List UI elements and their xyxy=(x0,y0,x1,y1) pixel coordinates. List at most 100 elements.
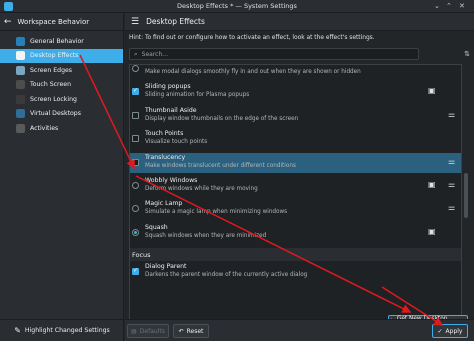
effect-radio[interactable] xyxy=(132,65,139,72)
effect-description: Make windows translucent under different… xyxy=(145,162,296,169)
effect-description: Visualize touch points xyxy=(145,139,208,146)
sidebar-item-label: Screen Locking xyxy=(30,95,77,103)
effect-name: Thumbnail Aside xyxy=(145,106,197,114)
main-header: ☰ Desktop Effects xyxy=(125,13,474,31)
sidebar-item-label: Virtual Desktops xyxy=(30,110,81,118)
bottom-bar: ▤ Defaults ↶ Reset ✓ Apply xyxy=(125,319,474,341)
apply-label: Apply xyxy=(445,327,463,335)
defaults-button[interactable]: ▤ Defaults xyxy=(127,324,169,338)
title-bar: Desktop Effects * — System Settings ⌄ ⌃ … xyxy=(0,0,474,13)
sidebar-item[interactable]: Virtual Desktops xyxy=(0,107,123,122)
highlight-changed-label: Highlight Changed Settings xyxy=(24,327,110,334)
effect-name: Squash xyxy=(145,223,168,231)
window-title: Desktop Effects * — System Settings xyxy=(177,2,297,10)
maximize-icon[interactable]: ⌃ xyxy=(446,2,452,10)
sidebar-item[interactable]: Touch Screen xyxy=(0,78,123,93)
effect-name: Touch Points xyxy=(145,130,184,138)
effect-row[interactable]: Sheet Make modal dialogs smoothly fly in … xyxy=(130,65,461,79)
sidebar-item-icon xyxy=(16,123,25,133)
sidebar-title: Workspace Behavior xyxy=(17,17,90,26)
video-preview-icon[interactable]: ▣ xyxy=(428,86,436,95)
sidebar-item-icon xyxy=(16,51,25,61)
highlight-changed-settings-button[interactable]: ✎ Highlight Changed Settings xyxy=(0,319,124,341)
effect-row[interactable]: Dialog ParentDarkens the parent window o… xyxy=(130,262,461,282)
video-preview-icon[interactable]: ▣ xyxy=(428,227,436,236)
reset-icon: ↶ xyxy=(178,327,184,335)
configure-icon[interactable]: ⚌ xyxy=(448,203,455,212)
search-icon: ⌕ xyxy=(134,49,138,58)
effect-name: Translucency xyxy=(145,153,186,161)
effect-description: Make modal dialogs smoothly fly in and o… xyxy=(145,69,361,75)
effect-row[interactable]: Magic Lamp Simulate a magic lamp when min… xyxy=(130,199,461,219)
sidebar-item-icon xyxy=(16,65,25,75)
configure-icon[interactable]: ⚌ xyxy=(448,110,455,119)
sidebar-item-label: Screen Edges xyxy=(30,66,73,74)
sidebar-item-icon xyxy=(16,109,25,119)
sidebar-list: General Behavior Desktop Effects Screen Ed… xyxy=(0,31,123,136)
sidebar-item-icon xyxy=(16,80,25,90)
effect-row[interactable]: Touch Points Visualize touch points xyxy=(130,129,461,149)
effect-radio[interactable] xyxy=(132,228,139,236)
hamburger-menu-icon[interactable]: ☰ xyxy=(131,17,139,27)
filter-icon[interactable]: ⇅ xyxy=(462,48,472,60)
apply-button[interactable]: ✓ Apply xyxy=(432,324,468,338)
effect-checkbox[interactable] xyxy=(132,158,139,166)
effect-name: Wobbly Windows xyxy=(145,177,198,184)
defaults-icon: ▤ xyxy=(131,327,137,335)
effect-checkbox[interactable] xyxy=(132,267,139,276)
hint-text: Hint: To find out or configure how to ac… xyxy=(129,35,375,41)
configure-icon[interactable]: ⚌ xyxy=(448,157,455,166)
effect-checkbox[interactable] xyxy=(132,135,139,143)
scrollbar[interactable] xyxy=(464,173,468,218)
effect-description: Squash windows when they are minimized xyxy=(145,232,267,239)
sidebar-item-label: General Behavior xyxy=(30,37,84,45)
effects-list: Sheet Make modal dialogs smoothly fly in … xyxy=(129,64,462,327)
close-icon[interactable]: ✕ xyxy=(459,2,465,10)
effect-row[interactable]: Wobbly Windows Deform windows while they … xyxy=(130,176,461,196)
video-preview-icon[interactable]: ▣ xyxy=(428,180,436,189)
effect-description: Display window thumbnails on the edge of… xyxy=(145,115,299,122)
sidebar: ← Workspace Behavior General Behavior Des… xyxy=(0,13,124,341)
effect-description: Sliding animation for Plasma popups xyxy=(145,92,250,99)
page-title: Desktop Effects xyxy=(146,17,205,26)
effect-radio[interactable] xyxy=(132,205,139,213)
sidebar-item-label: Desktop Effects xyxy=(30,52,79,60)
effect-row[interactable]: Thumbnail Aside Display window thumbnails… xyxy=(130,106,461,126)
system-settings-icon xyxy=(4,2,13,11)
minimize-icon[interactable]: ⌄ xyxy=(434,2,440,10)
configure-icon[interactable]: ⚌ xyxy=(448,180,455,189)
effect-description: Simulate a magic lamp when minimizing wi… xyxy=(145,209,288,216)
effect-description: Darkens the parent window of the current… xyxy=(145,272,308,279)
check-icon: ✓ xyxy=(437,327,443,335)
effect-name: Magic Lamp xyxy=(145,200,183,208)
effect-name: Dialog Parent xyxy=(145,263,187,271)
sidebar-item-icon xyxy=(16,94,25,104)
effect-checkbox[interactable] xyxy=(132,111,139,119)
reset-button[interactable]: ↶ Reset xyxy=(173,324,209,338)
defaults-label: Defaults xyxy=(139,327,165,335)
sidebar-item[interactable]: Desktop Effects xyxy=(0,48,123,63)
highlight-icon: ✎ xyxy=(14,326,21,335)
focus-section-header: Focus xyxy=(130,248,461,262)
main-panel: ☰ Desktop Effects Hint: To find out or c… xyxy=(125,13,474,341)
effect-name: Sheet xyxy=(145,65,163,67)
sidebar-item-label: Touch Screen xyxy=(30,81,71,89)
effect-description: Deform windows while they are moving xyxy=(145,186,258,192)
reset-label: Reset xyxy=(186,327,204,335)
back-arrow-icon[interactable]: ← xyxy=(4,17,12,27)
effect-checkbox[interactable] xyxy=(132,87,139,96)
sidebar-item[interactable]: Activities xyxy=(0,121,123,136)
search-placeholder: Search... xyxy=(141,50,168,58)
sidebar-item[interactable]: General Behavior xyxy=(0,34,123,49)
effect-row[interactable]: Sliding popupsSliding animation for Plas… xyxy=(130,82,461,102)
sidebar-item[interactable]: Screen Edges xyxy=(0,63,123,78)
sidebar-item[interactable]: Screen Locking xyxy=(0,92,123,107)
effect-radio[interactable] xyxy=(132,182,139,189)
sidebar-item-icon xyxy=(16,36,25,46)
search-input[interactable]: ⌕ Search... xyxy=(129,48,419,60)
sidebar-item-label: Activities xyxy=(30,124,59,132)
effect-row[interactable]: Squash Squash windows when they are minim… xyxy=(130,223,461,243)
effect-row[interactable]: Translucency Make windows translucent und… xyxy=(130,152,461,173)
sidebar-header: ← Workspace Behavior xyxy=(0,13,123,31)
effect-name: Sliding popups xyxy=(145,83,191,91)
